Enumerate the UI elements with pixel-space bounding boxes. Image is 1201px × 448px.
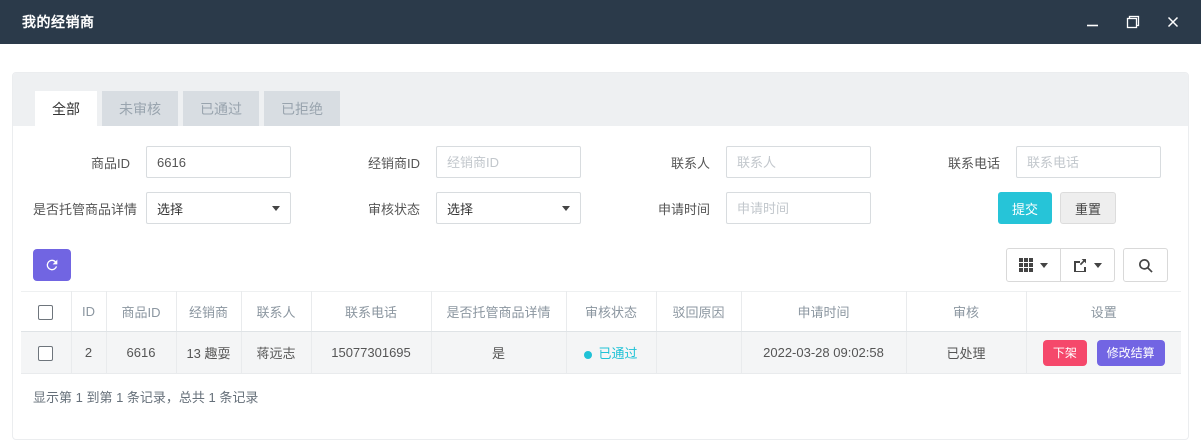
- cell-apply-time: 2022-03-28 09:02:58: [741, 332, 906, 374]
- cell-hosted: 是: [431, 332, 566, 374]
- tab-rejected[interactable]: 已拒绝: [264, 91, 340, 126]
- minimize-icon: [1086, 16, 1099, 29]
- tab-all-label: 全部: [52, 99, 80, 119]
- table-toolbar: [13, 248, 1188, 282]
- refresh-icon: [44, 257, 60, 273]
- column-settings: 设置: [1026, 292, 1181, 332]
- filter-status: 审核状态 选择: [323, 192, 613, 224]
- window-titlebar: 我的经销商: [0, 0, 1201, 44]
- caret-down-icon: [1094, 263, 1102, 268]
- tab-unreviewed-label: 未审核: [119, 99, 161, 119]
- off-shelf-button[interactable]: 下架: [1043, 340, 1087, 366]
- status-tabs: 全部 未审核 已通过 已拒绝: [13, 73, 1188, 126]
- caret-down-icon: [1040, 263, 1048, 268]
- main-panel: 全部 未审核 已通过 已拒绝 商品ID 经销商ID 联系人 联系电话 是否托管商…: [12, 72, 1189, 440]
- export-icon: [1073, 258, 1087, 272]
- column-apply-time: 申请时间: [741, 292, 906, 332]
- filter-product-id: 商品ID: [33, 146, 323, 178]
- column-status: 审核状态: [566, 292, 656, 332]
- caret-down-icon: [272, 206, 280, 211]
- column-id: ID: [71, 292, 106, 332]
- tab-approved[interactable]: 已通过: [183, 91, 259, 126]
- search-icon: [1138, 258, 1153, 273]
- dealer-id-label: 经销商ID: [323, 153, 436, 172]
- filter-contact: 联系人: [613, 146, 903, 178]
- table-header-row: ID 商品ID 经销商 联系人 联系电话 是否托管商品详情 审核状态 驳回原因 …: [21, 292, 1181, 332]
- header-select-all: [21, 292, 71, 332]
- cell-dealer: 13 趣耍: [176, 332, 241, 374]
- contact-input[interactable]: [726, 146, 871, 178]
- apply-time-label: 申请时间: [613, 199, 726, 218]
- column-hosted: 是否托管商品详情: [431, 292, 566, 332]
- contact-label: 联系人: [613, 153, 726, 172]
- cell-phone: 15077301695: [311, 332, 431, 374]
- cell-reject-reason: [656, 332, 741, 374]
- status-dot-icon: [584, 351, 592, 359]
- product-id-input[interactable]: [146, 146, 291, 178]
- select-all-checkbox[interactable]: [38, 305, 53, 320]
- column-review: 审核: [906, 292, 1026, 332]
- modify-settlement-button[interactable]: 修改结算: [1097, 340, 1165, 366]
- window-title: 我的经销商: [22, 12, 95, 32]
- product-id-label: 商品ID: [33, 153, 146, 172]
- filter-row-1: 商品ID 经销商ID 联系人 联系电话: [13, 146, 1188, 178]
- column-contact: 联系人: [241, 292, 311, 332]
- status-label: 审核状态: [323, 199, 436, 218]
- submit-button[interactable]: 提交: [998, 192, 1052, 224]
- cell-actions: 下架 修改结算: [1026, 332, 1181, 374]
- apply-time-input[interactable]: [726, 192, 871, 224]
- filter-dealer-id: 经销商ID: [323, 146, 613, 178]
- export-button[interactable]: [1060, 248, 1115, 282]
- tab-all[interactable]: 全部: [35, 91, 97, 126]
- filter-phone: 联系电话: [903, 146, 1189, 178]
- caret-down-icon: [562, 206, 570, 211]
- toolbar-button-group: [1006, 248, 1115, 282]
- toolbar-right: [1006, 248, 1168, 282]
- column-reject-reason: 驳回原因: [656, 292, 741, 332]
- column-phone: 联系电话: [311, 292, 431, 332]
- filter-hosted: 是否托管商品详情 选择: [33, 192, 323, 224]
- maximize-button[interactable]: [1126, 15, 1140, 29]
- tab-approved-label: 已通过: [200, 99, 242, 119]
- columns-grid-icon: [1019, 258, 1033, 272]
- records-summary: 显示第 1 到第 1 条记录，总共 1 条记录: [33, 387, 1188, 406]
- tab-rejected-label: 已拒绝: [281, 99, 323, 119]
- close-icon: [1167, 16, 1179, 28]
- cell-status: 已通过: [566, 332, 656, 374]
- status-text: 已通过: [598, 346, 637, 361]
- column-dealer: 经销商: [176, 292, 241, 332]
- status-select-value: 选择: [447, 199, 473, 218]
- phone-label: 联系电话: [903, 153, 1016, 172]
- column-product-id: 商品ID: [106, 292, 176, 332]
- row-checkbox[interactable]: [38, 346, 53, 361]
- tab-unreviewed[interactable]: 未审核: [102, 91, 178, 126]
- hosted-select[interactable]: 选择: [146, 192, 291, 224]
- table-row: 2 6616 13 趣耍 蒋远志 15077301695 是 已通过 2022-…: [21, 332, 1181, 374]
- phone-input[interactable]: [1016, 146, 1161, 178]
- minimize-button[interactable]: [1086, 16, 1099, 29]
- cell-id: 2: [71, 332, 106, 374]
- cell-product-id: 6616: [106, 332, 176, 374]
- filter-row-2: 是否托管商品详情 选择 审核状态 选择 申请时间 提交 重置: [13, 192, 1188, 224]
- dealers-table: ID 商品ID 经销商 联系人 联系电话 是否托管商品详情 审核状态 驳回原因 …: [21, 291, 1181, 374]
- cell-select: [21, 332, 71, 374]
- filter-actions: 提交 重置: [998, 192, 1116, 224]
- cell-review: 已处理: [906, 332, 1026, 374]
- reset-button[interactable]: 重置: [1060, 192, 1116, 224]
- hosted-label: 是否托管商品详情: [33, 199, 146, 218]
- columns-button[interactable]: [1006, 248, 1061, 282]
- hosted-select-value: 选择: [157, 199, 183, 218]
- refresh-button[interactable]: [33, 249, 71, 281]
- search-button[interactable]: [1123, 248, 1168, 282]
- dealer-id-input[interactable]: [436, 146, 581, 178]
- filter-apply-time: 申请时间: [613, 192, 903, 224]
- cell-contact: 蒋远志: [241, 332, 311, 374]
- window-controls: [1086, 15, 1179, 29]
- close-button[interactable]: [1167, 16, 1179, 28]
- maximize-icon: [1126, 15, 1140, 29]
- status-select[interactable]: 选择: [436, 192, 581, 224]
